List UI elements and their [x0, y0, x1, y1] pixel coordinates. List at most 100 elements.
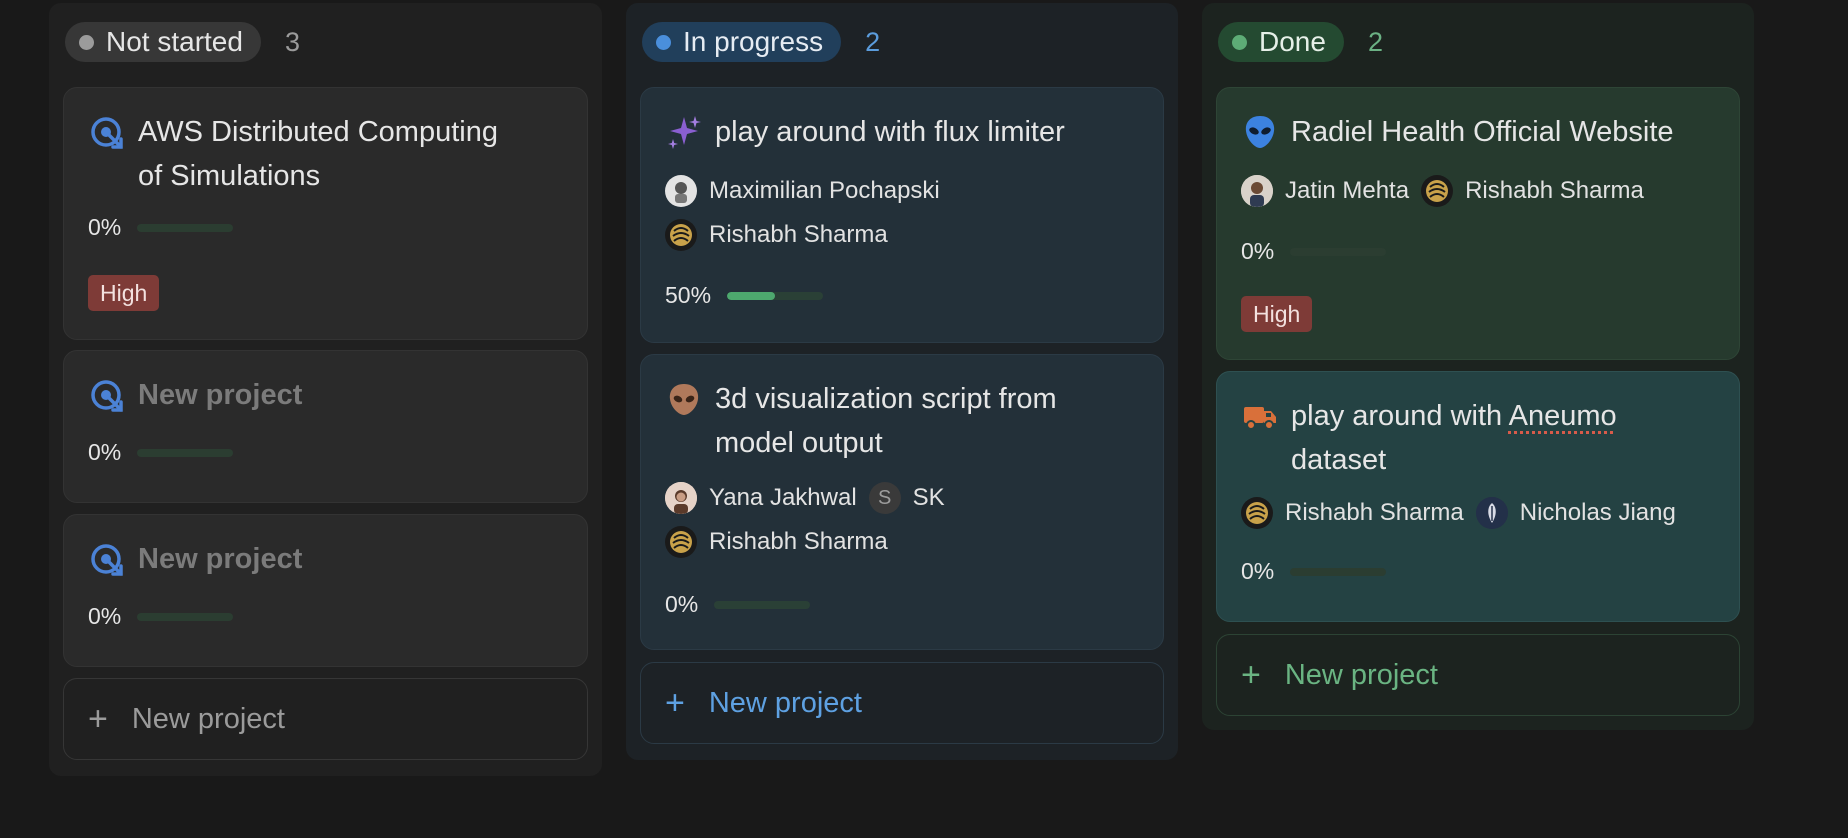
priority-tag[interactable]: High	[1241, 296, 1313, 332]
avatar	[665, 219, 697, 251]
status-pill-done[interactable]: Done	[1218, 22, 1344, 62]
avatar-initial: S	[868, 482, 901, 514]
progress-bar	[727, 291, 824, 300]
assignees: Yana Jakhwal S SK	[665, 482, 945, 514]
new-project-label: New project	[1284, 658, 1438, 691]
assignee[interactable]: S SK	[868, 482, 945, 514]
assignee-name: Rishabh Sharma	[709, 221, 888, 248]
assignee-name: Nicholas Jiang	[1519, 499, 1676, 526]
new-project-button[interactable]: + New project	[1216, 634, 1740, 716]
new-project-button[interactable]: + New project	[640, 662, 1164, 744]
progress-row: 50%	[665, 282, 824, 309]
progress-text: 50%	[665, 282, 712, 308]
kanban-board: Not started 3 AWS Distributed Computing …	[0, 0, 1848, 838]
card-title: New project	[138, 543, 303, 575]
project-card[interactable]: New project 0%	[63, 514, 588, 667]
column-done: Done 2 Radiel Health Official Website Ja…	[1202, 3, 1754, 730]
progress-text: 0%	[665, 591, 699, 617]
project-card[interactable]: AWS Distributed Computing of Simulations…	[63, 87, 588, 340]
progress-row: 0%	[88, 603, 234, 630]
truck-icon	[1244, 407, 1276, 430]
assignee[interactable]: Jatin Mehta	[1241, 175, 1410, 207]
status-pill-in-progress[interactable]: In progress	[642, 22, 842, 62]
status-dot	[656, 34, 671, 50]
avatar	[665, 482, 697, 514]
project-card[interactable]: play around with flux limiter Maximilian…	[640, 87, 1164, 343]
progress-text: 0%	[88, 214, 122, 240]
new-project-label: New project	[131, 702, 285, 735]
card-title: play around with Aneumo dataset	[1291, 400, 1617, 476]
progress-bar	[137, 448, 234, 457]
column-not-started: Not started 3 AWS Distributed Computing …	[49, 3, 602, 776]
assignee-name: Rishabh Sharma	[1285, 499, 1464, 526]
assignee[interactable]: Rishabh Sharma	[665, 526, 888, 558]
progress-row: 0%	[88, 214, 234, 241]
alien-icon	[1245, 116, 1275, 148]
column-count: 2	[865, 26, 881, 57]
avatar	[665, 175, 697, 207]
card-title: play around with flux limiter	[715, 116, 1065, 148]
status-label: In progress	[683, 26, 824, 57]
avatar	[665, 526, 697, 558]
progress-row: 0%	[1241, 238, 1387, 265]
assignee-name: Rishabh Sharma	[709, 528, 888, 555]
progress-bar	[1290, 567, 1387, 576]
avatar	[1241, 175, 1273, 207]
spellcheck-word: Aneumo	[1508, 400, 1617, 432]
progress-bar	[1290, 247, 1387, 256]
status-label: Done	[1259, 26, 1326, 57]
card-title: AWS Distributed Computing of Simulations	[138, 116, 498, 192]
progress-bar	[714, 600, 811, 609]
progress-text: 0%	[1241, 558, 1275, 584]
status-dot	[1232, 34, 1247, 50]
progress-text: 0%	[88, 603, 122, 629]
column-header: In progress 2	[640, 3, 1164, 81]
avatar	[1421, 175, 1454, 207]
assignee-name: Jatin Mehta	[1285, 177, 1410, 204]
new-project-label: New project	[708, 686, 862, 719]
progress-row: 0%	[88, 439, 234, 466]
assignee[interactable]: Nicholas Jiang	[1475, 497, 1676, 529]
assignees: Jatin Mehta Rishabh Sharma	[1241, 175, 1644, 207]
assignees: Rishabh Sharma Nicholas Jiang	[1241, 497, 1676, 529]
project-card[interactable]: New project 0%	[63, 350, 588, 503]
assignee-name: Rishabh Sharma	[1465, 177, 1644, 204]
target-arrow-icon	[91, 117, 123, 149]
avatar	[1475, 497, 1508, 529]
priority-tag[interactable]: High	[88, 275, 160, 311]
assignee[interactable]: Rishabh Sharma	[1421, 175, 1644, 207]
progress-row: 0%	[1241, 558, 1387, 585]
alien-face-icon	[669, 384, 699, 415]
plus-icon: +	[665, 683, 685, 722]
sparkles-icon	[668, 116, 701, 149]
column-in-progress: In progress 2 play around with flux limi…	[626, 3, 1178, 760]
progress-bar	[137, 612, 234, 621]
card-title: 3d visualization script from model outpu…	[715, 383, 1057, 459]
assignee-name: Yana Jakhwal	[709, 484, 857, 511]
progress-text: 0%	[88, 439, 122, 465]
card-title: New project	[138, 379, 303, 411]
column-count: 2	[1367, 26, 1383, 57]
assignee[interactable]: Rishabh Sharma	[665, 219, 888, 251]
progress-text: 0%	[1241, 238, 1275, 264]
project-card[interactable]: Radiel Health Official Website Jatin Meh…	[1216, 87, 1740, 360]
plus-icon: +	[1241, 655, 1261, 694]
assignee-name: SK	[912, 484, 945, 511]
column-header: Not started 3	[63, 3, 588, 81]
project-card[interactable]: play around with Aneumo dataset Rishabh …	[1216, 371, 1740, 622]
new-project-button[interactable]: + New project	[63, 678, 588, 760]
target-arrow-icon	[91, 544, 123, 576]
assignee-name: Maximilian Pochapski	[709, 177, 940, 204]
status-label: Not started	[106, 26, 243, 57]
avatar	[1241, 497, 1273, 529]
assignee[interactable]: Maximilian Pochapski	[665, 175, 940, 207]
project-card[interactable]: 3d visualization script from model outpu…	[640, 354, 1164, 650]
assignee[interactable]: Yana Jakhwal	[665, 482, 857, 514]
progress-row: 0%	[665, 591, 811, 618]
assignee[interactable]: Rishabh Sharma	[1241, 497, 1464, 529]
target-arrow-icon	[91, 380, 123, 412]
status-dot	[79, 34, 94, 50]
card-title: Radiel Health Official Website	[1291, 116, 1674, 148]
column-header: Done 2	[1216, 3, 1740, 81]
status-pill-not-started[interactable]: Not started	[65, 22, 261, 62]
